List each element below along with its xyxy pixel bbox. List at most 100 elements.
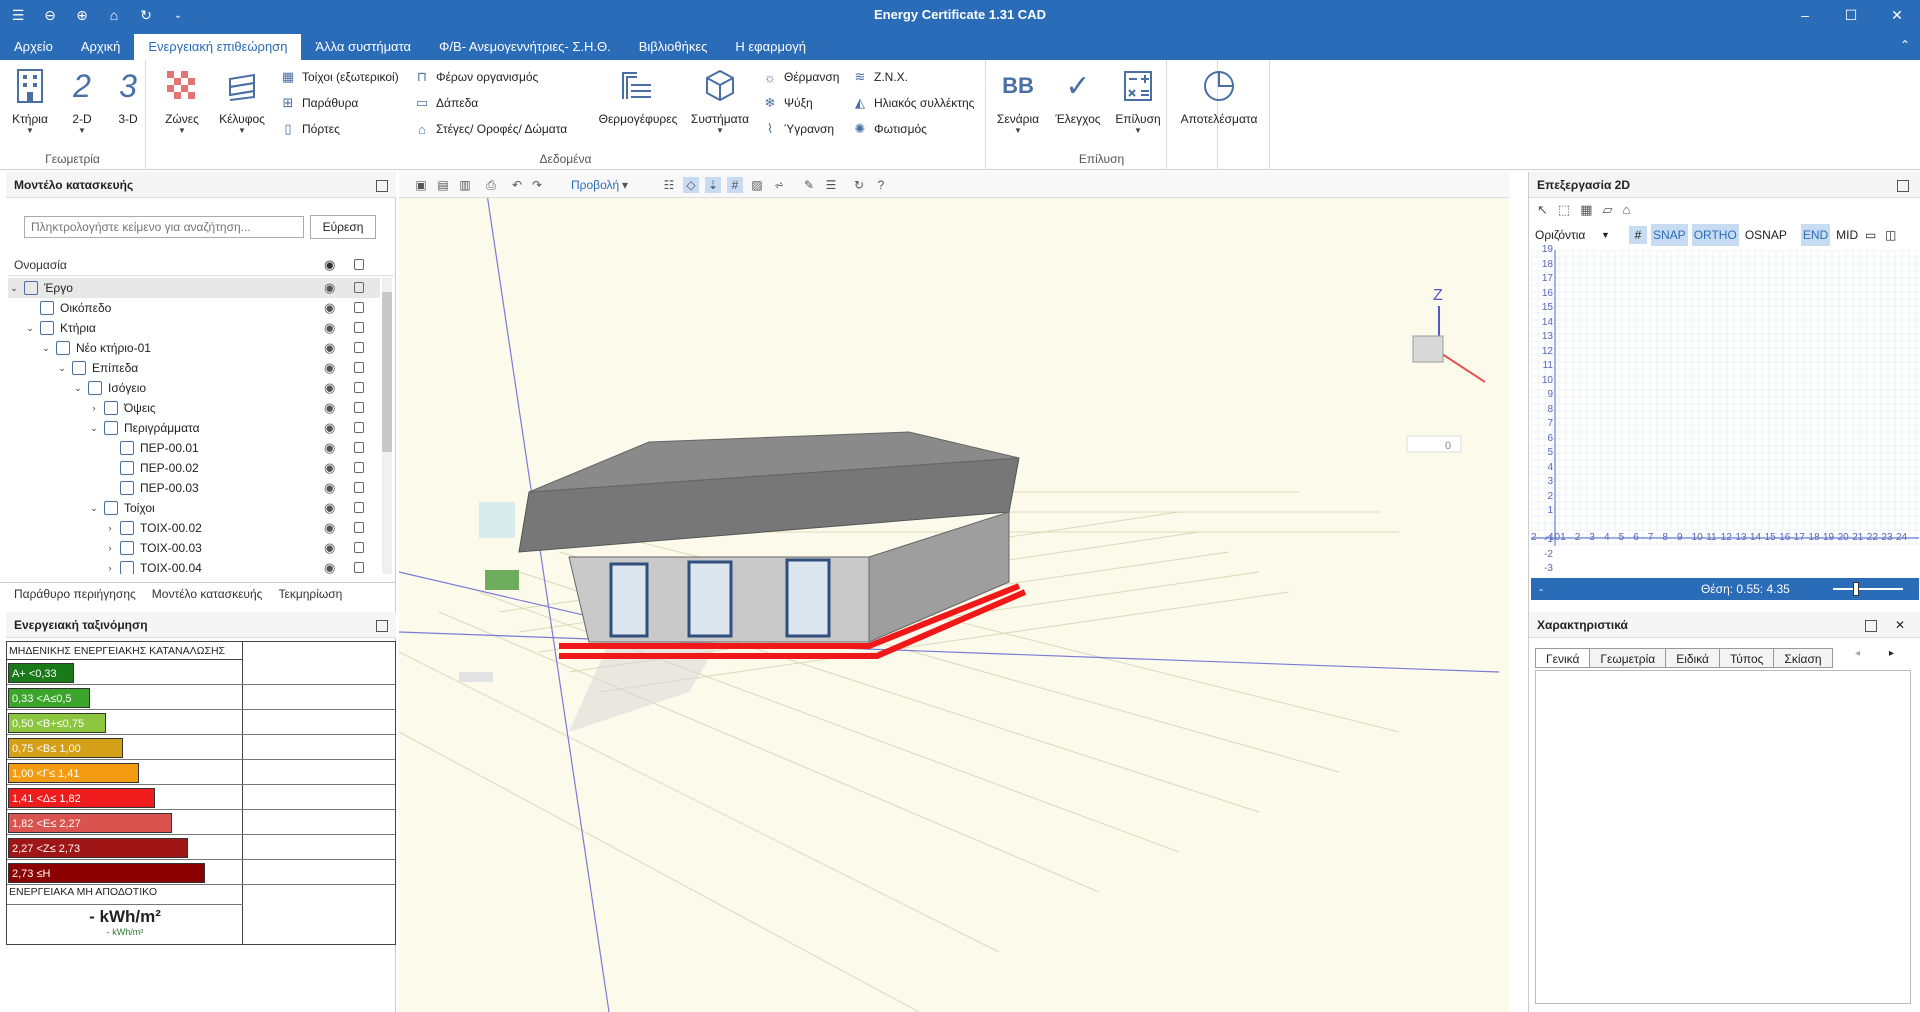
eye-icon[interactable]: ◉ (324, 254, 335, 276)
tab-type[interactable]: Τύπος (1719, 648, 1775, 668)
menu-pv-wind[interactable]: Φ/Β- Ανεμογεννήτριες- Σ.Η.Θ. (425, 34, 625, 60)
rotate-icon[interactable]: ↻ (851, 177, 867, 193)
angle-value[interactable]: 0 (1445, 440, 1451, 452)
visibility-eye-icon[interactable]: ◉ (324, 518, 335, 538)
menu-other-systems[interactable]: Άλλα συστήματα (301, 34, 425, 60)
view-dropdown[interactable]: Προβολή (569, 176, 621, 194)
settings-icon[interactable]: ☰ (823, 177, 839, 193)
3d-viewport[interactable]: Z 0 (399, 172, 1509, 1012)
house-icon[interactable]: ⌂ (1623, 202, 1631, 218)
properties-maximize-icon[interactable] (1865, 620, 1877, 632)
print-icon[interactable]: ⎙ (483, 177, 499, 193)
menu-energy-inspection[interactable]: Ενεργειακή επιθεώρηση (134, 34, 302, 60)
search-button[interactable]: Εύρεση (310, 215, 376, 239)
grid-icon[interactable]: # (727, 177, 743, 193)
tab-scroll-left-icon[interactable]: ◂ (1855, 648, 1860, 659)
search-input[interactable] (24, 216, 304, 238)
plane-dropdown-arrow-icon[interactable]: ▼ (1601, 224, 1610, 246)
lock-icon[interactable] (354, 382, 364, 393)
visibility-eye-icon[interactable]: ◉ (324, 478, 335, 498)
table-icon[interactable]: ▦ (1580, 202, 1592, 218)
tree-node[interactable]: ⌄ Τοίχοι ◉ (8, 498, 380, 518)
collapse-ribbon-icon[interactable]: ⌃ (1900, 38, 1910, 52)
tree-node[interactable]: › ΤΟΙΧ-00.02 ◉ (8, 518, 380, 538)
lighting-button[interactable]: ✺ Φωτισμός (852, 118, 927, 140)
visibility-eye-icon[interactable]: ◉ (324, 298, 335, 318)
visibility-eye-icon[interactable]: ◉ (324, 378, 335, 398)
collapse-icon[interactable]: ⌄ (40, 338, 52, 358)
menu-file[interactable]: Αρχείο (0, 34, 67, 60)
collapse-icon[interactable]: ⌄ (88, 418, 100, 438)
grid-toggle-icon[interactable]: # (1629, 226, 1647, 244)
tree-node[interactable]: ⌄ Έργο ◉ (8, 278, 380, 298)
systems-button[interactable]: Συστήματα ▼ (684, 64, 756, 144)
visibility-eye-icon[interactable]: ◉ (324, 398, 335, 418)
lock-icon[interactable] (354, 362, 364, 373)
visibility-eye-icon[interactable]: ◉ (324, 338, 335, 358)
menu-libraries[interactable]: Βιβλιοθήκες (625, 34, 722, 60)
panel-maximize-icon[interactable] (376, 180, 388, 192)
collapse-icon[interactable]: ⌄ (88, 498, 100, 518)
bearing-structure-button[interactable]: ⊓ Φέρων οργανισμός (414, 66, 538, 88)
pane-icon[interactable]: ◫ (1885, 224, 1896, 246)
tree-scrollbar[interactable] (382, 278, 392, 574)
eraser-icon[interactable]: ▱ (1603, 202, 1613, 218)
2d-grid-canvas[interactable]: 19 18 17 16 15 14 13 12 11 10 9 8 7 6 5 4 3 2 1 -1 -2 -3 2 -10 1… (1530, 244, 1919, 574)
snap-toggle-end[interactable]: END (1800, 224, 1831, 246)
cooling-button[interactable]: ❄ Ψύξη (762, 92, 813, 114)
layers-icon[interactable]: ☷ (661, 177, 677, 193)
lock-icon[interactable] (354, 422, 364, 433)
properties-close-icon[interactable]: ✕ (1895, 618, 1905, 632)
expand-icon[interactable]: › (104, 538, 116, 558)
lock-icon[interactable] (354, 542, 364, 553)
save-copy-icon[interactable]: ▤ (435, 177, 451, 193)
envelope-button[interactable]: Κέλυφος ▼ (214, 64, 270, 144)
doors-button[interactable]: ▯ Πόρτες (280, 118, 339, 140)
layout-icon[interactable]: ▭ (1865, 224, 1876, 246)
windows-button[interactable]: ⊞ Παράθυρα (280, 92, 359, 114)
visibility-eye-icon[interactable]: ◉ (324, 498, 335, 518)
lock-icon[interactable] (354, 342, 364, 353)
collapse-icon[interactable]: ⌄ (24, 318, 36, 338)
collapse-icon[interactable]: ⌄ (8, 278, 20, 298)
close-button[interactable]: ✕ (1874, 0, 1920, 30)
lock-icon[interactable] (354, 322, 364, 333)
tree-node[interactable]: › ΤΟΙΧ-00.03 ◉ (8, 538, 380, 558)
collapse-icon[interactable]: ⌄ (72, 378, 84, 398)
tab-shading[interactable]: Σκίαση (1773, 648, 1833, 668)
lock-icon[interactable] (354, 259, 364, 270)
tree-node[interactable]: ⌄ Κτήρια ◉ (8, 318, 380, 338)
tree-node[interactable]: ⌄ Ισόγειο ◉ (8, 378, 380, 398)
lock-icon[interactable] (354, 302, 364, 313)
pointer-icon[interactable]: ↖ (1537, 202, 1548, 218)
tree-node[interactable]: Οικόπεδο ◉ (8, 298, 380, 318)
tree-node[interactable]: ⌄ Περιγράμματα ◉ (8, 418, 380, 438)
tree-node[interactable]: ⌄ Νέο κτήριο-01 ◉ (8, 338, 380, 358)
visibility-eye-icon[interactable]: ◉ (324, 538, 335, 558)
checks-button[interactable]: ✓ Έλεγχος (1050, 64, 1106, 144)
tab-general[interactable]: Γενικά (1535, 648, 1591, 668)
menu-application[interactable]: Η εφαρμογή (721, 34, 820, 60)
tree-node[interactable]: ΠΕΡ-00.03 ◉ (8, 478, 380, 498)
visibility-eye-icon[interactable]: ◉ (324, 358, 335, 378)
roofs-button[interactable]: ⌂ Στέγες/ Οροφές/ Δώματα (414, 118, 567, 140)
tree-node[interactable]: › Όψεις ◉ (8, 398, 380, 418)
snap-toggle-osnap[interactable]: OSNAP (1743, 224, 1789, 246)
image-icon[interactable]: ▨ (749, 177, 765, 193)
view-dropdown-arrow-icon[interactable]: ▾ (617, 177, 633, 193)
redo-icon[interactable]: ↷ (529, 177, 545, 193)
expand-icon[interactable]: › (104, 518, 116, 538)
axis-cube-icon[interactable]: Z (1412, 287, 1486, 383)
tree-node[interactable]: ΠΕΡ-00.01 ◉ (8, 438, 380, 458)
tree-node[interactable]: ΠΕΡ-00.02 ◉ (8, 458, 380, 478)
minimize-button[interactable]: – (1782, 0, 1828, 30)
lock-icon[interactable] (354, 402, 364, 413)
lock-icon[interactable] (354, 522, 364, 533)
thermal-bridges-button[interactable]: Θερμογέφυρες (590, 64, 686, 144)
terrain-icon[interactable]: ⩫ (771, 177, 787, 193)
expand-icon[interactable]: › (88, 398, 100, 418)
snap-toggle-snap[interactable]: SNAP (1651, 224, 1688, 246)
floors-button[interactable]: ▭ Δάπεδα (414, 92, 478, 114)
save-view-icon[interactable]: ▣ (413, 177, 429, 193)
solar-collector-button[interactable]: ◭ Ηλιακός συλλέκτης (852, 92, 974, 114)
